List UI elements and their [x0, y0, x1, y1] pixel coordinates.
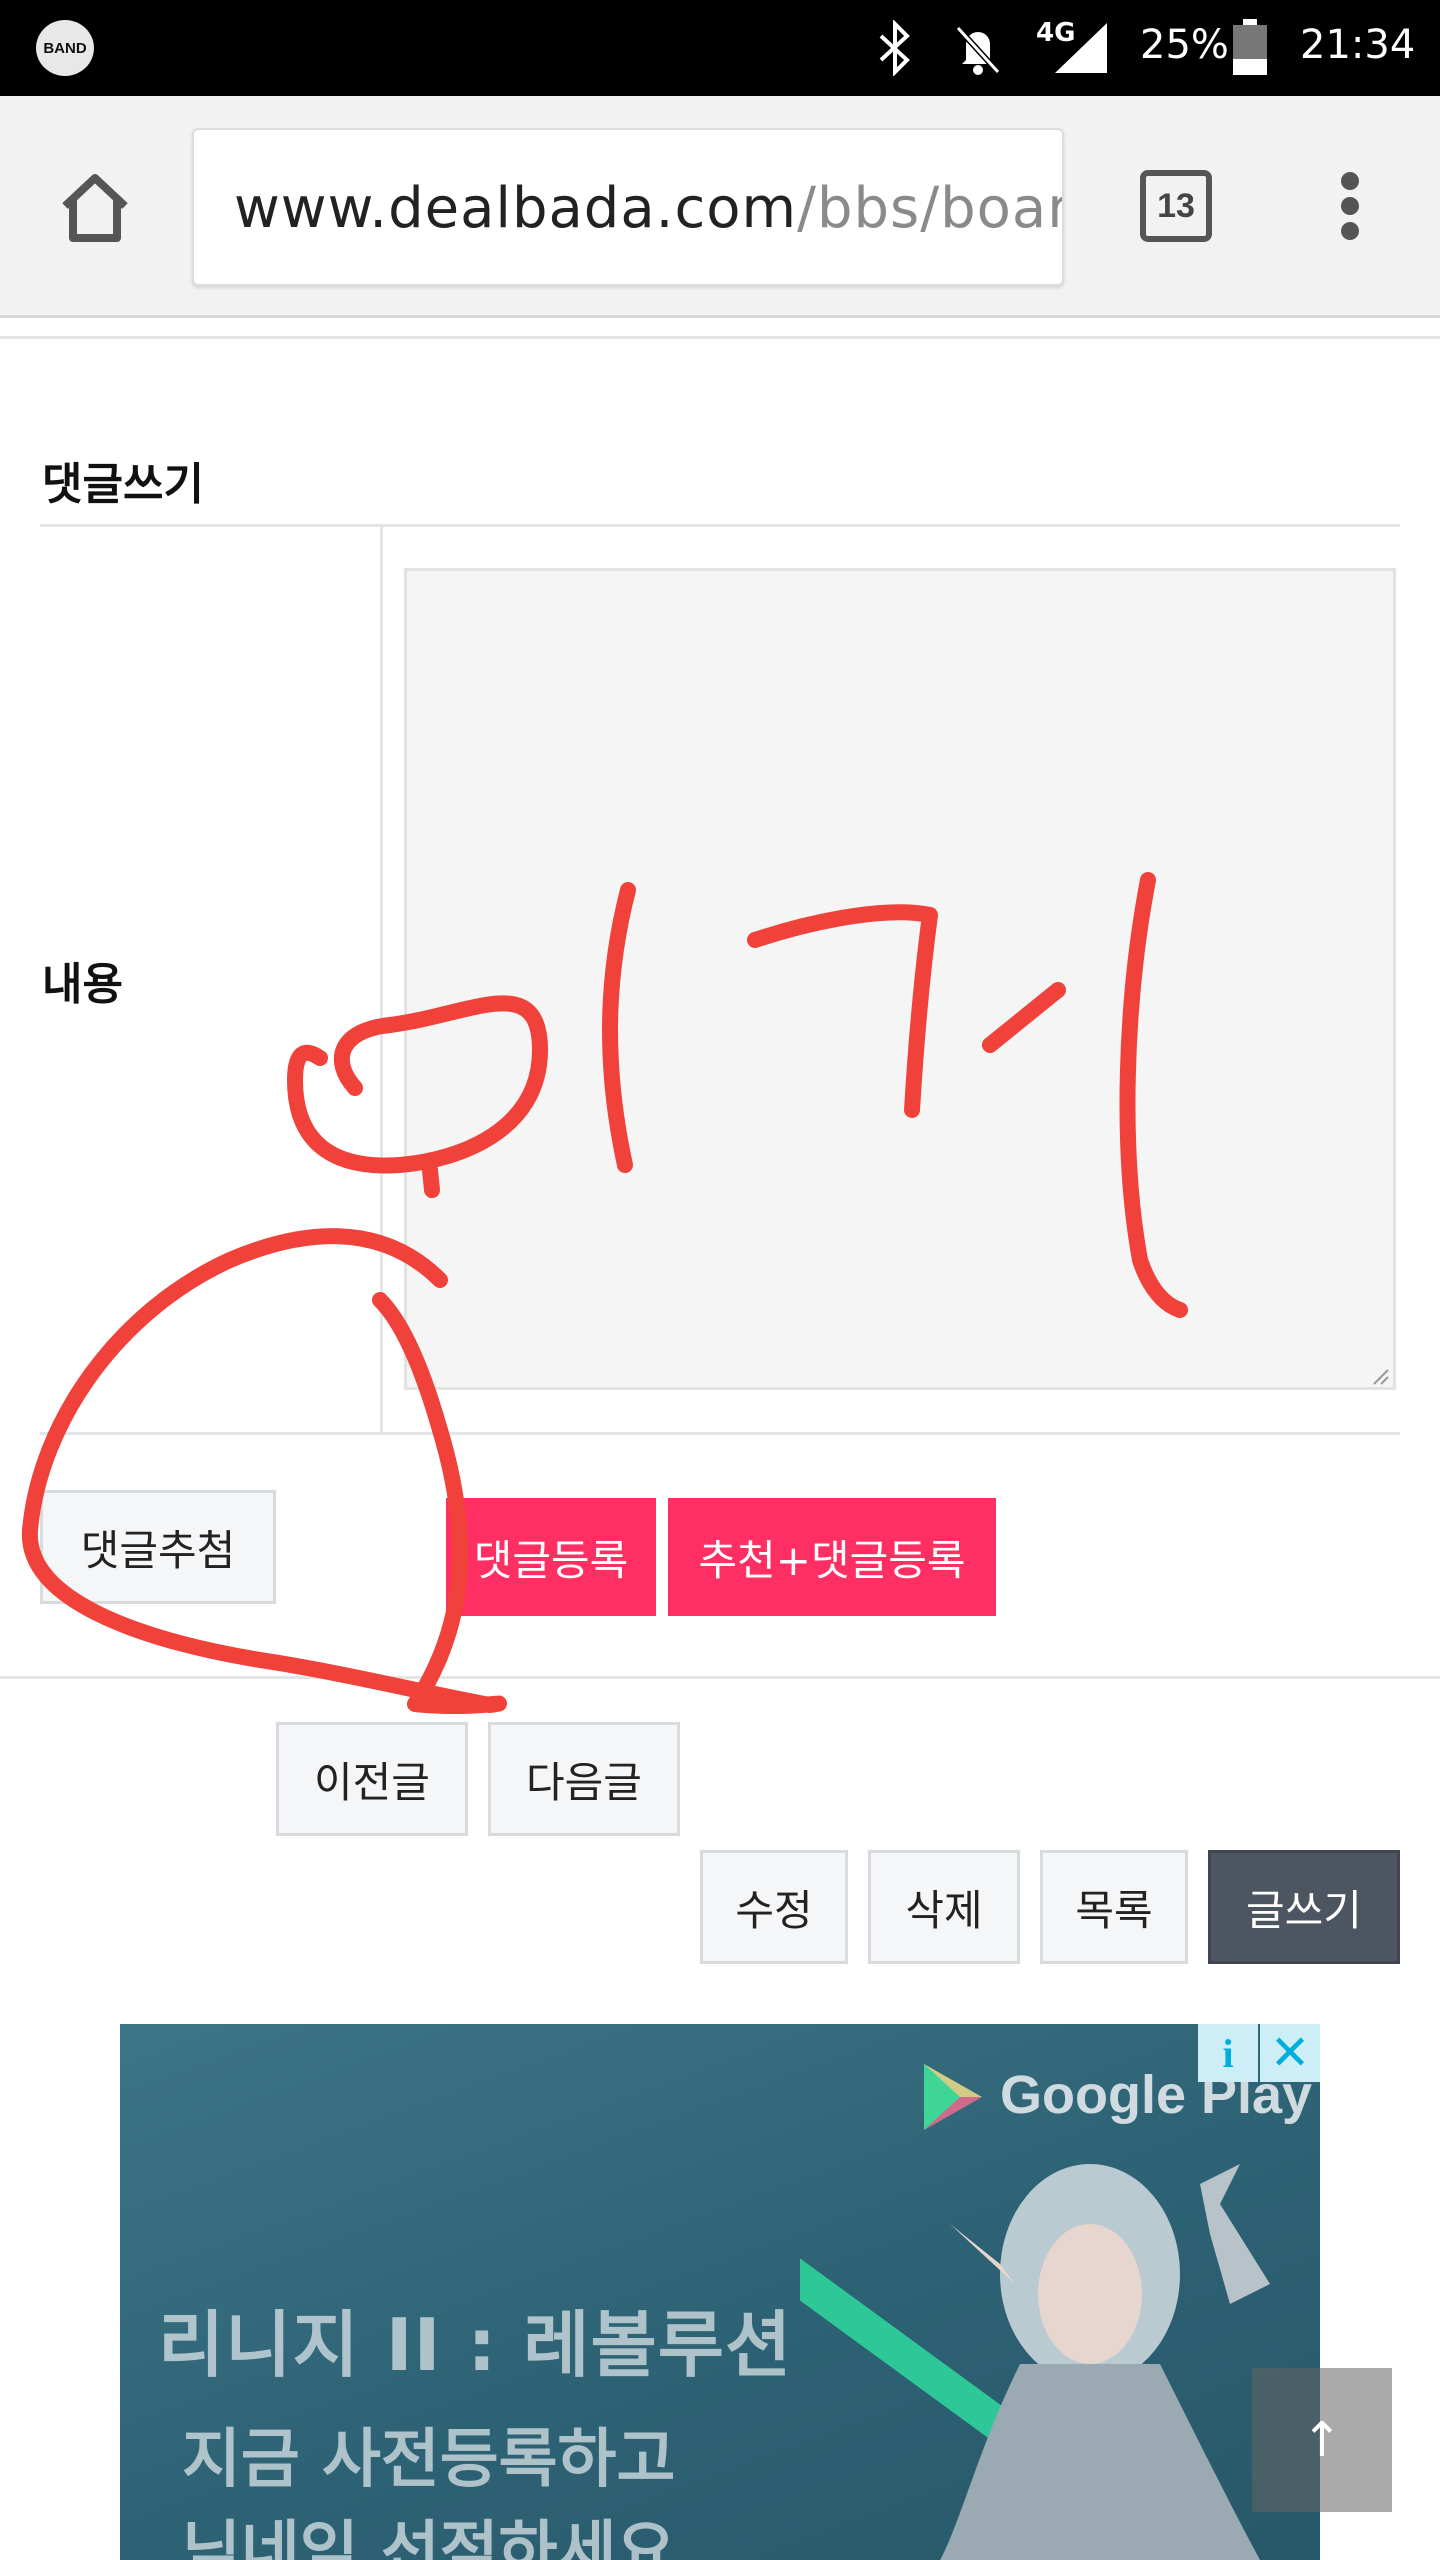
url-bar[interactable]: www.dealbada.com/bbs/board — [192, 128, 1064, 286]
clock: 21:34 — [1300, 22, 1416, 68]
section-divider — [0, 336, 1440, 339]
form-column-divider — [380, 526, 383, 1434]
url-path: /bbs/board — [797, 176, 1062, 241]
google-play-icon — [920, 2060, 986, 2138]
comment-section-title: 댓글쓰기 — [42, 459, 204, 510]
nav-divider — [0, 1676, 1440, 1679]
home-icon[interactable] — [55, 168, 135, 248]
edit-button[interactable]: 수정 — [700, 1850, 848, 1964]
ad-character-illustration — [800, 2164, 1270, 2560]
overflow-menu-icon[interactable] — [1330, 166, 1370, 246]
content-label: 내용 — [42, 959, 123, 1010]
url-text: www.dealbada.com/bbs/board — [234, 176, 1062, 241]
comment-submit-button[interactable]: 댓글등록 — [446, 1498, 656, 1616]
ad-info-icon[interactable]: i — [1198, 2024, 1258, 2082]
scroll-to-top-button[interactable]: ↑ — [1252, 2368, 1392, 2512]
ad-subline-2: 닉네임 선점하세요 — [182, 2515, 676, 2560]
prev-post-button[interactable]: 이전글 — [276, 1722, 468, 1836]
url-domain: www.dealbada.com — [234, 176, 798, 241]
resize-grip-icon[interactable] — [1370, 1366, 1390, 1386]
ad-headline: 리니지 II : 레볼루션 — [158, 2303, 793, 2387]
battery-icon — [1230, 18, 1270, 78]
delete-button[interactable]: 삭제 — [868, 1850, 1020, 1964]
next-post-button[interactable]: 다음글 — [488, 1722, 680, 1836]
tab-switcher-button[interactable]: 13 — [1140, 170, 1212, 242]
form-bottom-border — [40, 1432, 1400, 1435]
browser-toolbar: www.dealbada.com/bbs/board 13 — [0, 96, 1440, 318]
signal-icon — [1050, 18, 1110, 78]
ad-banner[interactable]: Google Play 리니지 II : 레볼루션 지금 사전등록하고 닉네임 … — [120, 2024, 1320, 2560]
recommend-comment-submit-button[interactable]: 추천+댓글등록 — [668, 1498, 996, 1616]
comment-lottery-button[interactable]: 댓글추첨 — [40, 1490, 276, 1604]
form-top-border — [40, 524, 1400, 527]
bluetooth-icon — [870, 18, 920, 78]
write-post-button[interactable]: 글쓰기 — [1208, 1850, 1400, 1964]
list-button[interactable]: 목록 — [1040, 1850, 1188, 1964]
band-app-icon: BAND — [36, 20, 94, 76]
ad-close-icon[interactable]: ✕ — [1260, 2024, 1320, 2082]
ad-subline-1: 지금 사전등록하고 — [182, 2423, 676, 2497]
notifications-muted-icon — [950, 18, 1006, 78]
comment-textarea[interactable] — [404, 568, 1396, 1390]
battery-percent: 25% — [1140, 22, 1229, 68]
status-bar: BAND 4G 25% 21:34 — [0, 0, 1440, 96]
